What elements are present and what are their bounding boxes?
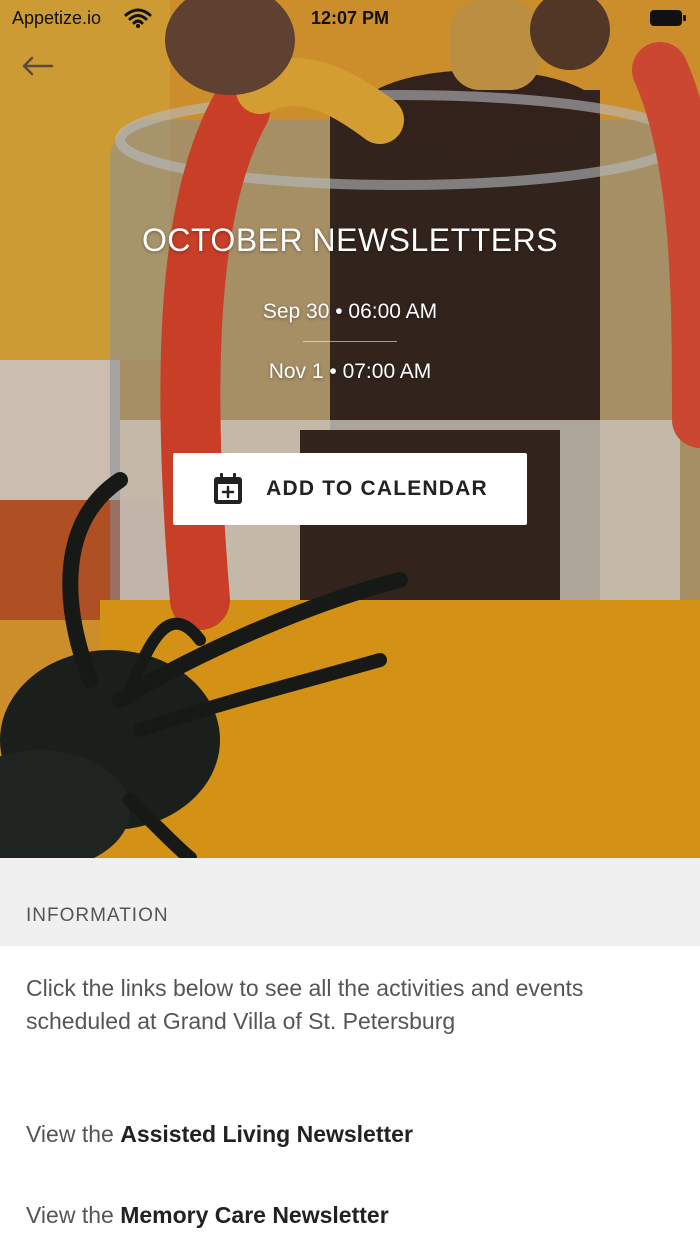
information-section-header: INFORMATION xyxy=(0,858,700,946)
information-header-label: INFORMATION xyxy=(26,905,169,926)
link-name: Assisted Living Newsletter xyxy=(120,1121,413,1147)
event-title: OCTOBER NEWSLETTERS xyxy=(141,222,559,258)
add-to-calendar-button[interactable]: ADD TO CALENDAR xyxy=(173,453,527,525)
hero-shade xyxy=(0,0,700,858)
event-start-datetime: Sep 30 • 06:00 AM xyxy=(262,300,438,323)
battery-icon xyxy=(650,10,686,26)
status-bar: Appetize.io 12:07 PM xyxy=(0,0,700,36)
arrow-left-icon xyxy=(22,56,54,76)
link-name: Memory Care Newsletter xyxy=(120,1202,389,1228)
status-time: 12:07 PM xyxy=(310,8,390,28)
memory-care-newsletter-link[interactable]: View the Memory Care Newsletter xyxy=(26,1202,389,1229)
hero-image: Appetize.io 12:07 PM OCTOBER NEWSLETTERS… xyxy=(0,0,700,858)
link-prefix: View the xyxy=(26,1121,121,1147)
event-end-datetime: Nov 1 • 07:00 AM xyxy=(268,360,432,383)
link-prefix: View the xyxy=(26,1202,121,1228)
back-button[interactable] xyxy=(14,48,60,84)
date-divider xyxy=(303,341,397,342)
add-to-calendar-label: ADD TO CALENDAR xyxy=(266,477,488,500)
information-description: Click the links below to see all the act… xyxy=(26,975,584,1034)
assisted-living-newsletter-link[interactable]: View the Assisted Living Newsletter xyxy=(26,1121,413,1148)
calendar-add-icon xyxy=(214,473,243,504)
